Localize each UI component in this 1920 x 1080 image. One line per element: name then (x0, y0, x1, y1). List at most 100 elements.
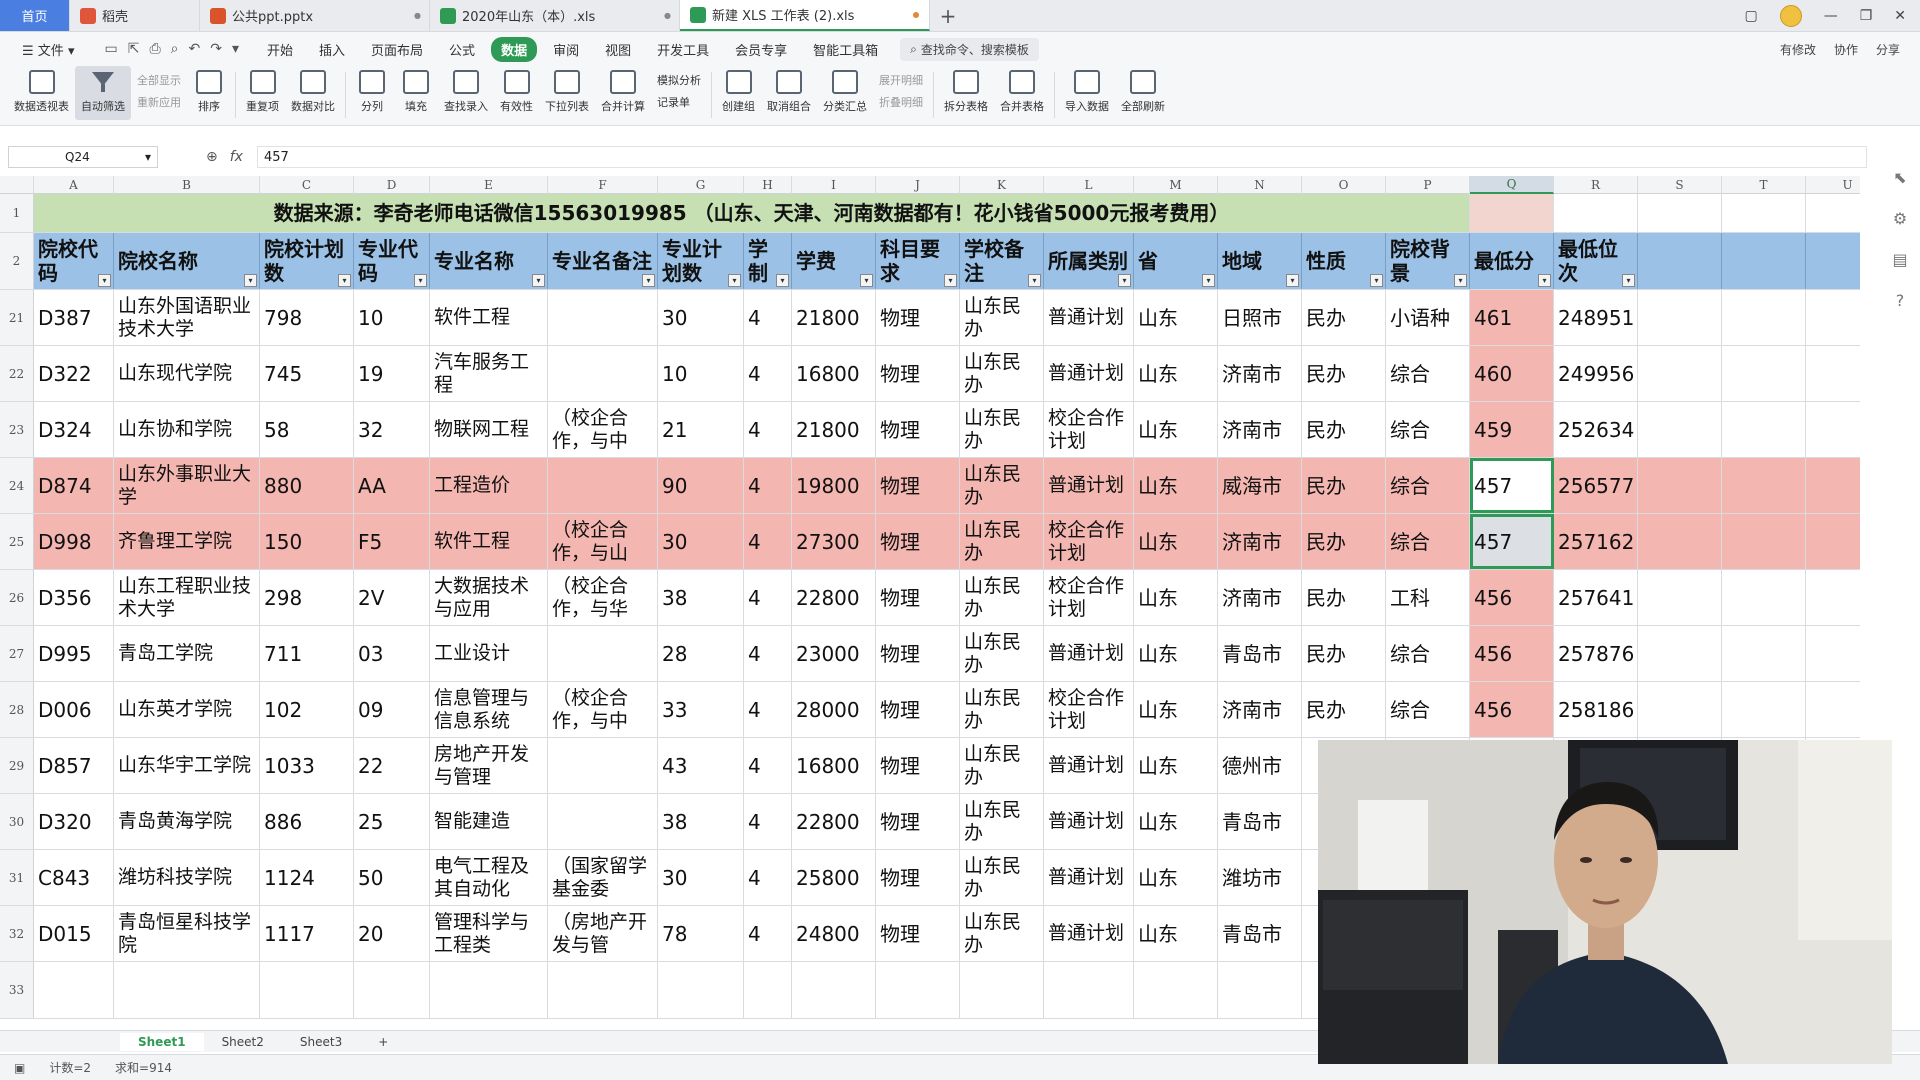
table-cell[interactable]: D320 (34, 794, 114, 849)
table-cell[interactable]: 普通计划 (1044, 738, 1134, 793)
table-cell[interactable]: 745 (260, 346, 354, 401)
table-cell[interactable]: 房地产开发与管理 (430, 738, 548, 793)
table-cell[interactable]: 23000 (792, 626, 876, 681)
save-icon[interactable]: ▭ (104, 41, 117, 57)
split-column-button[interactable]: 分列 (350, 66, 394, 114)
table-cell[interactable]: C843 (34, 850, 114, 905)
table-cell[interactable]: 山东民办 (960, 906, 1044, 961)
empty-cell[interactable] (1218, 962, 1302, 1018)
column-header[interactable]: L (1044, 176, 1134, 194)
table-cell[interactable]: 济南市 (1218, 514, 1302, 569)
print-icon[interactable]: ⎙ (149, 41, 160, 57)
table-cell[interactable]: 78 (658, 906, 744, 961)
table-cell[interactable]: 4 (744, 514, 792, 569)
table-cell[interactable]: 日照市 (1218, 290, 1302, 345)
table-cell[interactable] (548, 738, 658, 793)
empty-cell[interactable] (1806, 458, 1860, 513)
empty-cell[interactable] (1806, 514, 1860, 569)
row-header[interactable]: 25 (0, 514, 34, 569)
table-cell[interactable]: D015 (34, 906, 114, 961)
select-icon[interactable]: ⬉ (1893, 168, 1906, 187)
row-header[interactable]: 23 (0, 402, 34, 457)
table-cell[interactable]: 4 (744, 906, 792, 961)
table-cell[interactable]: 25800 (792, 850, 876, 905)
table-cell[interactable]: 山东 (1134, 458, 1218, 513)
menu-item[interactable]: 审阅 (543, 37, 589, 62)
menu-item[interactable]: 会员专享 (725, 37, 797, 62)
table-cell[interactable]: 物理 (876, 906, 960, 961)
table-cell[interactable]: 山东 (1134, 346, 1218, 401)
table-cell[interactable]: （校企合作，与中 (548, 682, 658, 737)
empty-cell[interactable] (1638, 233, 1722, 289)
merge-table-button[interactable]: 合并表格 (994, 66, 1050, 114)
table-cell[interactable]: 4 (744, 570, 792, 625)
add-sheet-button[interactable]: + (360, 1033, 406, 1051)
filter-dropdown-icon[interactable]: ▾ (776, 274, 789, 287)
table-cell[interactable]: 山东协和学院 (114, 402, 260, 457)
table-cell[interactable]: 山东 (1134, 738, 1218, 793)
menu-item[interactable]: 开始 (257, 37, 303, 62)
empty-cell[interactable] (1722, 570, 1806, 625)
table-cell[interactable]: 物理 (876, 346, 960, 401)
table-cell[interactable]: 校企合作计划 (1044, 570, 1134, 625)
column-header-cell[interactable]: 院校名称 ▾ (114, 233, 260, 289)
table-cell[interactable]: 山东 (1134, 850, 1218, 905)
empty-cell[interactable] (1638, 290, 1722, 345)
maximize-icon[interactable]: ❐ (1860, 8, 1873, 24)
data-compare-button[interactable]: 数据对比 (285, 66, 341, 114)
empty-cell[interactable] (1722, 682, 1806, 737)
row-header[interactable]: 30 (0, 794, 34, 849)
row-header[interactable]: 31 (0, 850, 34, 905)
pivot-table-button[interactable]: 数据透视表 (8, 66, 75, 114)
column-header[interactable]: N (1218, 176, 1302, 194)
empty-cell[interactable] (114, 962, 260, 1018)
table-cell[interactable]: 物理 (876, 290, 960, 345)
filter-dropdown-icon[interactable]: ▾ (244, 274, 257, 287)
table-cell[interactable]: 27300 (792, 514, 876, 569)
table-cell[interactable]: 软件工程 (430, 514, 548, 569)
table-cell[interactable]: 19 (354, 346, 430, 401)
filter-dropdown-icon[interactable]: ▾ (1202, 274, 1215, 287)
table-cell[interactable]: 青岛市 (1218, 626, 1302, 681)
empty-cell[interactable] (1044, 962, 1134, 1018)
table-cell[interactable] (548, 290, 658, 345)
table-cell[interactable]: 22 (354, 738, 430, 793)
table-cell[interactable]: 综合 (1386, 402, 1470, 457)
table-cell[interactable]: 711 (260, 626, 354, 681)
table-cell[interactable]: 山东民办 (960, 626, 1044, 681)
table-cell[interactable]: 民办 (1302, 402, 1386, 457)
column-header[interactable]: O (1302, 176, 1386, 194)
menu-item[interactable]: 数据 (491, 36, 538, 62)
column-header[interactable]: F (548, 176, 658, 194)
table-cell[interactable]: 普通计划 (1044, 290, 1134, 345)
empty-cell[interactable] (1638, 402, 1722, 457)
filter-dropdown-icon[interactable]: ▾ (1622, 274, 1635, 287)
table-cell[interactable]: 257641 (1554, 570, 1638, 625)
filter-dropdown-icon[interactable]: ▾ (532, 274, 545, 287)
table-cell[interactable]: 30 (658, 514, 744, 569)
table-cell[interactable]: 济南市 (1218, 346, 1302, 401)
filter-dropdown-icon[interactable]: ▾ (98, 274, 111, 287)
row-header[interactable]: 22 (0, 346, 34, 401)
column-header-cell[interactable]: 专业计划数 ▾ (658, 233, 744, 289)
menu-item[interactable]: 页面布局 (361, 37, 433, 62)
unsaved-dot-icon[interactable] (913, 11, 919, 18)
table-cell[interactable]: 30 (658, 290, 744, 345)
table-cell[interactable]: 28 (658, 626, 744, 681)
table-cell[interactable]: 102 (260, 682, 354, 737)
table-cell[interactable]: 物理 (876, 682, 960, 737)
table-cell[interactable]: 青岛恒星科技学院 (114, 906, 260, 961)
table-cell[interactable]: 软件工程 (430, 290, 548, 345)
column-header[interactable]: R (1554, 176, 1638, 194)
table-cell[interactable]: 2V (354, 570, 430, 625)
table-cell[interactable]: 32 (354, 402, 430, 457)
customize-icon[interactable]: ▾ (232, 41, 239, 57)
table-cell[interactable]: 济南市 (1218, 402, 1302, 457)
column-header[interactable]: Q (1470, 176, 1554, 194)
table-cell[interactable]: 山东 (1134, 402, 1218, 457)
table-cell[interactable]: 普通计划 (1044, 850, 1134, 905)
table-cell[interactable]: D324 (34, 402, 114, 457)
import-data-button[interactable]: 导入数据 (1059, 66, 1115, 114)
column-header[interactable]: D (354, 176, 430, 194)
table-cell[interactable]: 普通计划 (1044, 458, 1134, 513)
